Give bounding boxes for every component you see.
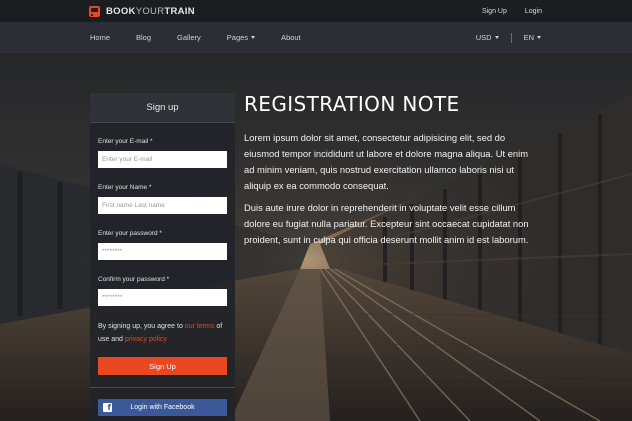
name-group: Enter your Name * First name Last name xyxy=(98,184,227,214)
email-group: Enter your E-mail * Enter your E-mail xyxy=(98,138,227,168)
nav-divider xyxy=(510,32,512,43)
chevron-down-icon xyxy=(251,36,256,39)
nav-item-pages-label: Pages xyxy=(226,33,249,42)
login-link[interactable]: Login xyxy=(525,8,542,15)
language-label: EN xyxy=(523,33,534,42)
registration-note: REGISTRATION NOTE Lorem ipsum dolor sit … xyxy=(244,92,539,254)
signup-button[interactable]: Sign Up xyxy=(98,357,227,375)
terms-text: By signing up, you agree to our terms of… xyxy=(98,320,230,346)
email-label: Enter your E-mail * xyxy=(98,138,153,145)
facebook-icon: f xyxy=(103,403,112,412)
panel-divider xyxy=(90,387,235,388)
confirm-password-field[interactable]: ******** xyxy=(98,289,227,306)
language-dropdown[interactable]: EN xyxy=(524,33,541,42)
note-paragraph-2: Duis aute irure dolor in reprehenderit i… xyxy=(244,202,529,245)
signup-link[interactable]: Sign Up xyxy=(482,8,507,15)
email-field[interactable]: Enter your E-mail xyxy=(98,151,227,168)
nav-item-gallery[interactable]: Gallery xyxy=(177,33,201,42)
password-field[interactable]: ******** xyxy=(98,243,227,260)
nav-item-blog[interactable]: Blog xyxy=(136,33,151,42)
nav-item-about[interactable]: About xyxy=(281,33,301,42)
password-label: Enter your password * xyxy=(98,230,162,237)
name-label: Enter your Name * xyxy=(98,184,152,191)
brand-name: BOOKYOURTRAIN xyxy=(106,5,195,17)
main-nav: Home Blog Gallery Pages About USD EN xyxy=(0,22,632,54)
terms-link[interactable]: our terms xyxy=(185,323,215,330)
top-links: Sign Up Login xyxy=(482,8,542,15)
signup-title: Sign up xyxy=(90,93,235,123)
currency-label: USD xyxy=(475,33,492,42)
currency-dropdown[interactable]: USD xyxy=(476,33,499,42)
signup-panel: Sign up Enter your E-mail * Enter your E… xyxy=(90,93,235,421)
nav-menu: Home Blog Gallery Pages About xyxy=(90,33,327,42)
name-field[interactable]: First name Last name xyxy=(98,197,227,214)
top-bar: BOOKYOURTRAIN Sign Up Login xyxy=(0,0,632,22)
facebook-login-label: Login with Facebook xyxy=(130,404,195,411)
confirm-password-label: Confirm your password * xyxy=(98,276,170,283)
note-paragraph-1: Lorem ipsum dolor sit amet, consectetur … xyxy=(244,132,529,191)
privacy-policy-link[interactable]: privacy policy xyxy=(125,336,167,343)
password-group: Enter your password * ******** xyxy=(98,230,227,260)
nav-item-pages[interactable]: Pages xyxy=(226,33,256,42)
note-title: REGISTRATION NOTE xyxy=(244,92,460,116)
facebook-login-button[interactable]: f Login with Facebook xyxy=(98,399,227,416)
chevron-down-icon xyxy=(537,36,541,39)
chevron-down-icon xyxy=(494,36,499,39)
nav-right: USD EN xyxy=(476,32,541,43)
terms-prefix: By signing up, you agree to xyxy=(98,323,183,330)
brand-logo[interactable]: BOOKYOURTRAIN xyxy=(89,5,195,17)
train-icon xyxy=(89,5,102,17)
nav-item-home[interactable]: Home xyxy=(90,33,110,42)
confirm-password-group: Confirm your password * ******** xyxy=(98,276,227,306)
